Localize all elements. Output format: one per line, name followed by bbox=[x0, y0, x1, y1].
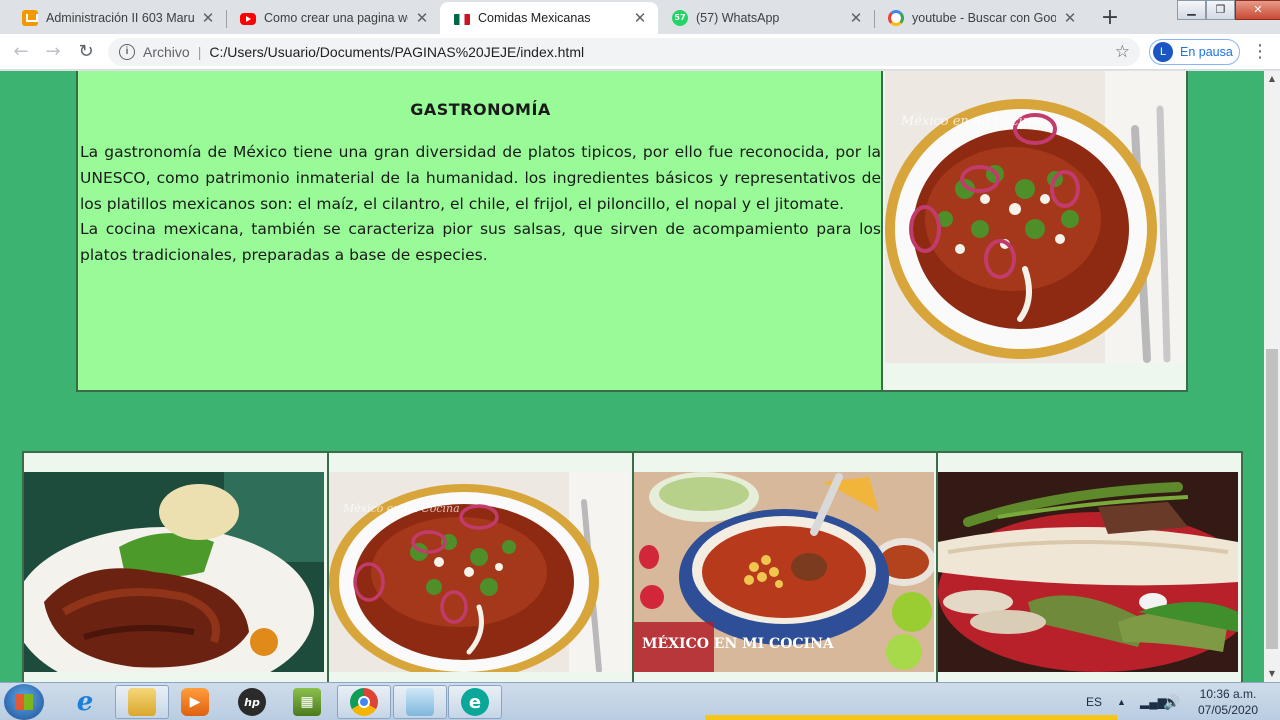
close-icon[interactable]: ✕ bbox=[414, 9, 430, 27]
gallery-cell-enmoladas: México en mi Cocina bbox=[328, 453, 634, 682]
page-viewport: GASTRONOMÍA La gastronomía de México tie… bbox=[0, 71, 1264, 682]
tlayuda-image bbox=[938, 472, 1239, 672]
pozole-image: MÉXICO EN MI COCINA bbox=[633, 472, 934, 672]
taskbar-eset[interactable]: e bbox=[448, 685, 502, 719]
profile-button[interactable]: L En pausa bbox=[1149, 39, 1240, 65]
carne-image bbox=[24, 472, 324, 672]
info-icon[interactable]: i bbox=[119, 44, 135, 60]
address-scheme: Archivo bbox=[143, 44, 190, 60]
menu-dots-icon[interactable]: ⋮ bbox=[1250, 40, 1270, 64]
gastronomy-paragraph-2: La cocina mexicana, también se caracteri… bbox=[80, 220, 881, 265]
taskbar-file-explorer[interactable] bbox=[115, 685, 169, 719]
gallery-cell-carne bbox=[24, 453, 329, 682]
taskbar-hp[interactable]: hp bbox=[225, 685, 279, 719]
volume-icon[interactable]: 🔊 bbox=[1163, 683, 1180, 720]
start-button[interactable] bbox=[4, 684, 44, 720]
avatar: L bbox=[1153, 42, 1173, 62]
clock-time: 10:36 a.m. bbox=[1199, 687, 1257, 701]
svg-text:MÉXICO EN MI COCINA: MÉXICO EN MI COCINA bbox=[642, 634, 835, 652]
page-title: GASTRONOMÍA bbox=[410, 100, 551, 119]
mexico-flag-icon bbox=[454, 13, 470, 25]
tab-classroom[interactable]: Administración II 603 Maruri ✕ bbox=[8, 2, 226, 34]
taskbar-presentation[interactable]: ▦ bbox=[280, 685, 334, 719]
browser-toolbar: ← → ↻ i Archivo | C:/Users/Usuario/Docum… bbox=[0, 34, 1280, 70]
back-arrow-icon[interactable]: ← bbox=[9, 40, 33, 64]
taskbar-clock[interactable]: 10:36 a.m. 07/05/2020 bbox=[1180, 686, 1276, 718]
bookmark-star-icon[interactable]: ☆ bbox=[1115, 42, 1130, 62]
maximize-button[interactable]: ❐ bbox=[1206, 0, 1235, 20]
close-icon[interactable]: ✕ bbox=[200, 9, 216, 27]
forward-arrow-icon[interactable]: → bbox=[41, 40, 65, 64]
taskbar-media-player[interactable]: ▶ bbox=[168, 685, 222, 719]
taskbar-notes[interactable] bbox=[393, 685, 447, 719]
page-scrollbar[interactable]: ▲ ▼ bbox=[1264, 71, 1280, 682]
taskbar-chrome[interactable] bbox=[337, 685, 391, 719]
notification-strip bbox=[705, 715, 1117, 720]
scroll-down-arrow-icon[interactable]: ▼ bbox=[1264, 666, 1280, 682]
tab-comidas-mexicanas[interactable]: Comidas Mexicanas ✕ bbox=[440, 2, 658, 34]
enmoladas-gallery-image: México en mi Cocina bbox=[328, 472, 629, 672]
tray-expand-icon[interactable]: ▲ bbox=[1117, 683, 1126, 720]
hp-icon: hp bbox=[238, 688, 266, 716]
presentation-icon: ▦ bbox=[293, 688, 321, 716]
youtube-icon bbox=[240, 13, 256, 25]
tab-youtube-tutorial[interactable]: Como crear una pagina web ✕ bbox=[226, 2, 440, 34]
scroll-thumb[interactable] bbox=[1266, 349, 1278, 649]
minimize-button[interactable]: ▁ bbox=[1177, 0, 1206, 20]
chrome-icon bbox=[350, 688, 378, 716]
profile-status: En pausa bbox=[1180, 45, 1233, 59]
tab-title: Comidas Mexicanas bbox=[478, 11, 591, 25]
svg-text:México en mi Cocina: México en mi Cocina bbox=[900, 114, 1039, 129]
window-close-button[interactable]: ✕ bbox=[1235, 0, 1280, 20]
new-tab-button[interactable]: + bbox=[1096, 5, 1124, 33]
enmoladas-image: México en mi Cocina bbox=[885, 71, 1185, 363]
google-icon bbox=[888, 10, 904, 26]
tab-strip: Administración II 603 Maruri ✕ Como crea… bbox=[0, 0, 1280, 34]
tab-title: youtube - Buscar con Googl bbox=[912, 11, 1056, 25]
eset-icon: e bbox=[461, 688, 489, 716]
notes-icon bbox=[406, 688, 434, 716]
gastronomy-paragraph-1: La gastronomía de México tiene una gran … bbox=[80, 143, 881, 213]
gastronomy-text-cell: GASTRONOMÍA La gastronomía de México tie… bbox=[78, 71, 883, 390]
tab-title: (57) WhatsApp bbox=[696, 11, 780, 25]
reload-icon[interactable]: ↻ bbox=[74, 40, 98, 64]
window-controls: ▁ ❐ ✕ bbox=[1177, 0, 1280, 20]
address-bar[interactable]: i Archivo | C:/Users/Usuario/Documents/P… bbox=[108, 38, 1140, 66]
close-icon[interactable]: ✕ bbox=[848, 9, 864, 27]
gallery-cell-pozole: MÉXICO EN MI COCINA bbox=[633, 453, 939, 682]
tab-google-search[interactable]: youtube - Buscar con Googl ✕ bbox=[874, 2, 1088, 34]
clock-date: 07/05/2020 bbox=[1197, 703, 1259, 717]
close-icon[interactable]: ✕ bbox=[632, 9, 648, 27]
svg-text:México en mi Cocina: México en mi Cocina bbox=[342, 502, 460, 515]
close-icon[interactable]: ✕ bbox=[1062, 9, 1078, 27]
gastronomy-section: GASTRONOMÍA La gastronomía de México tie… bbox=[76, 71, 1188, 392]
internet-explorer-icon: e bbox=[76, 687, 94, 717]
address-divider: | bbox=[197, 44, 202, 60]
enmoladas-image-cell: México en mi Cocina bbox=[883, 71, 1186, 390]
media-player-icon: ▶ bbox=[181, 688, 209, 716]
tab-title: Como crear una pagina web bbox=[264, 11, 408, 25]
taskbar-internet-explorer[interactable]: e bbox=[58, 685, 112, 719]
classroom-icon bbox=[22, 10, 38, 26]
scroll-up-arrow-icon[interactable]: ▲ bbox=[1264, 71, 1280, 87]
tab-whatsapp[interactable]: 57 (57) WhatsApp ✕ bbox=[658, 2, 874, 34]
whatsapp-icon: 57 bbox=[672, 10, 688, 26]
tab-title: Administración II 603 Maruri bbox=[46, 11, 194, 25]
address-url[interactable]: C:/Users/Usuario/Documents/PAGINAS%20JEJ… bbox=[209, 44, 584, 60]
folder-icon bbox=[128, 688, 156, 716]
food-gallery: México en mi Cocina MÉXICO EN MI COCINA bbox=[22, 451, 1243, 682]
gallery-cell-tacos bbox=[938, 453, 1241, 682]
